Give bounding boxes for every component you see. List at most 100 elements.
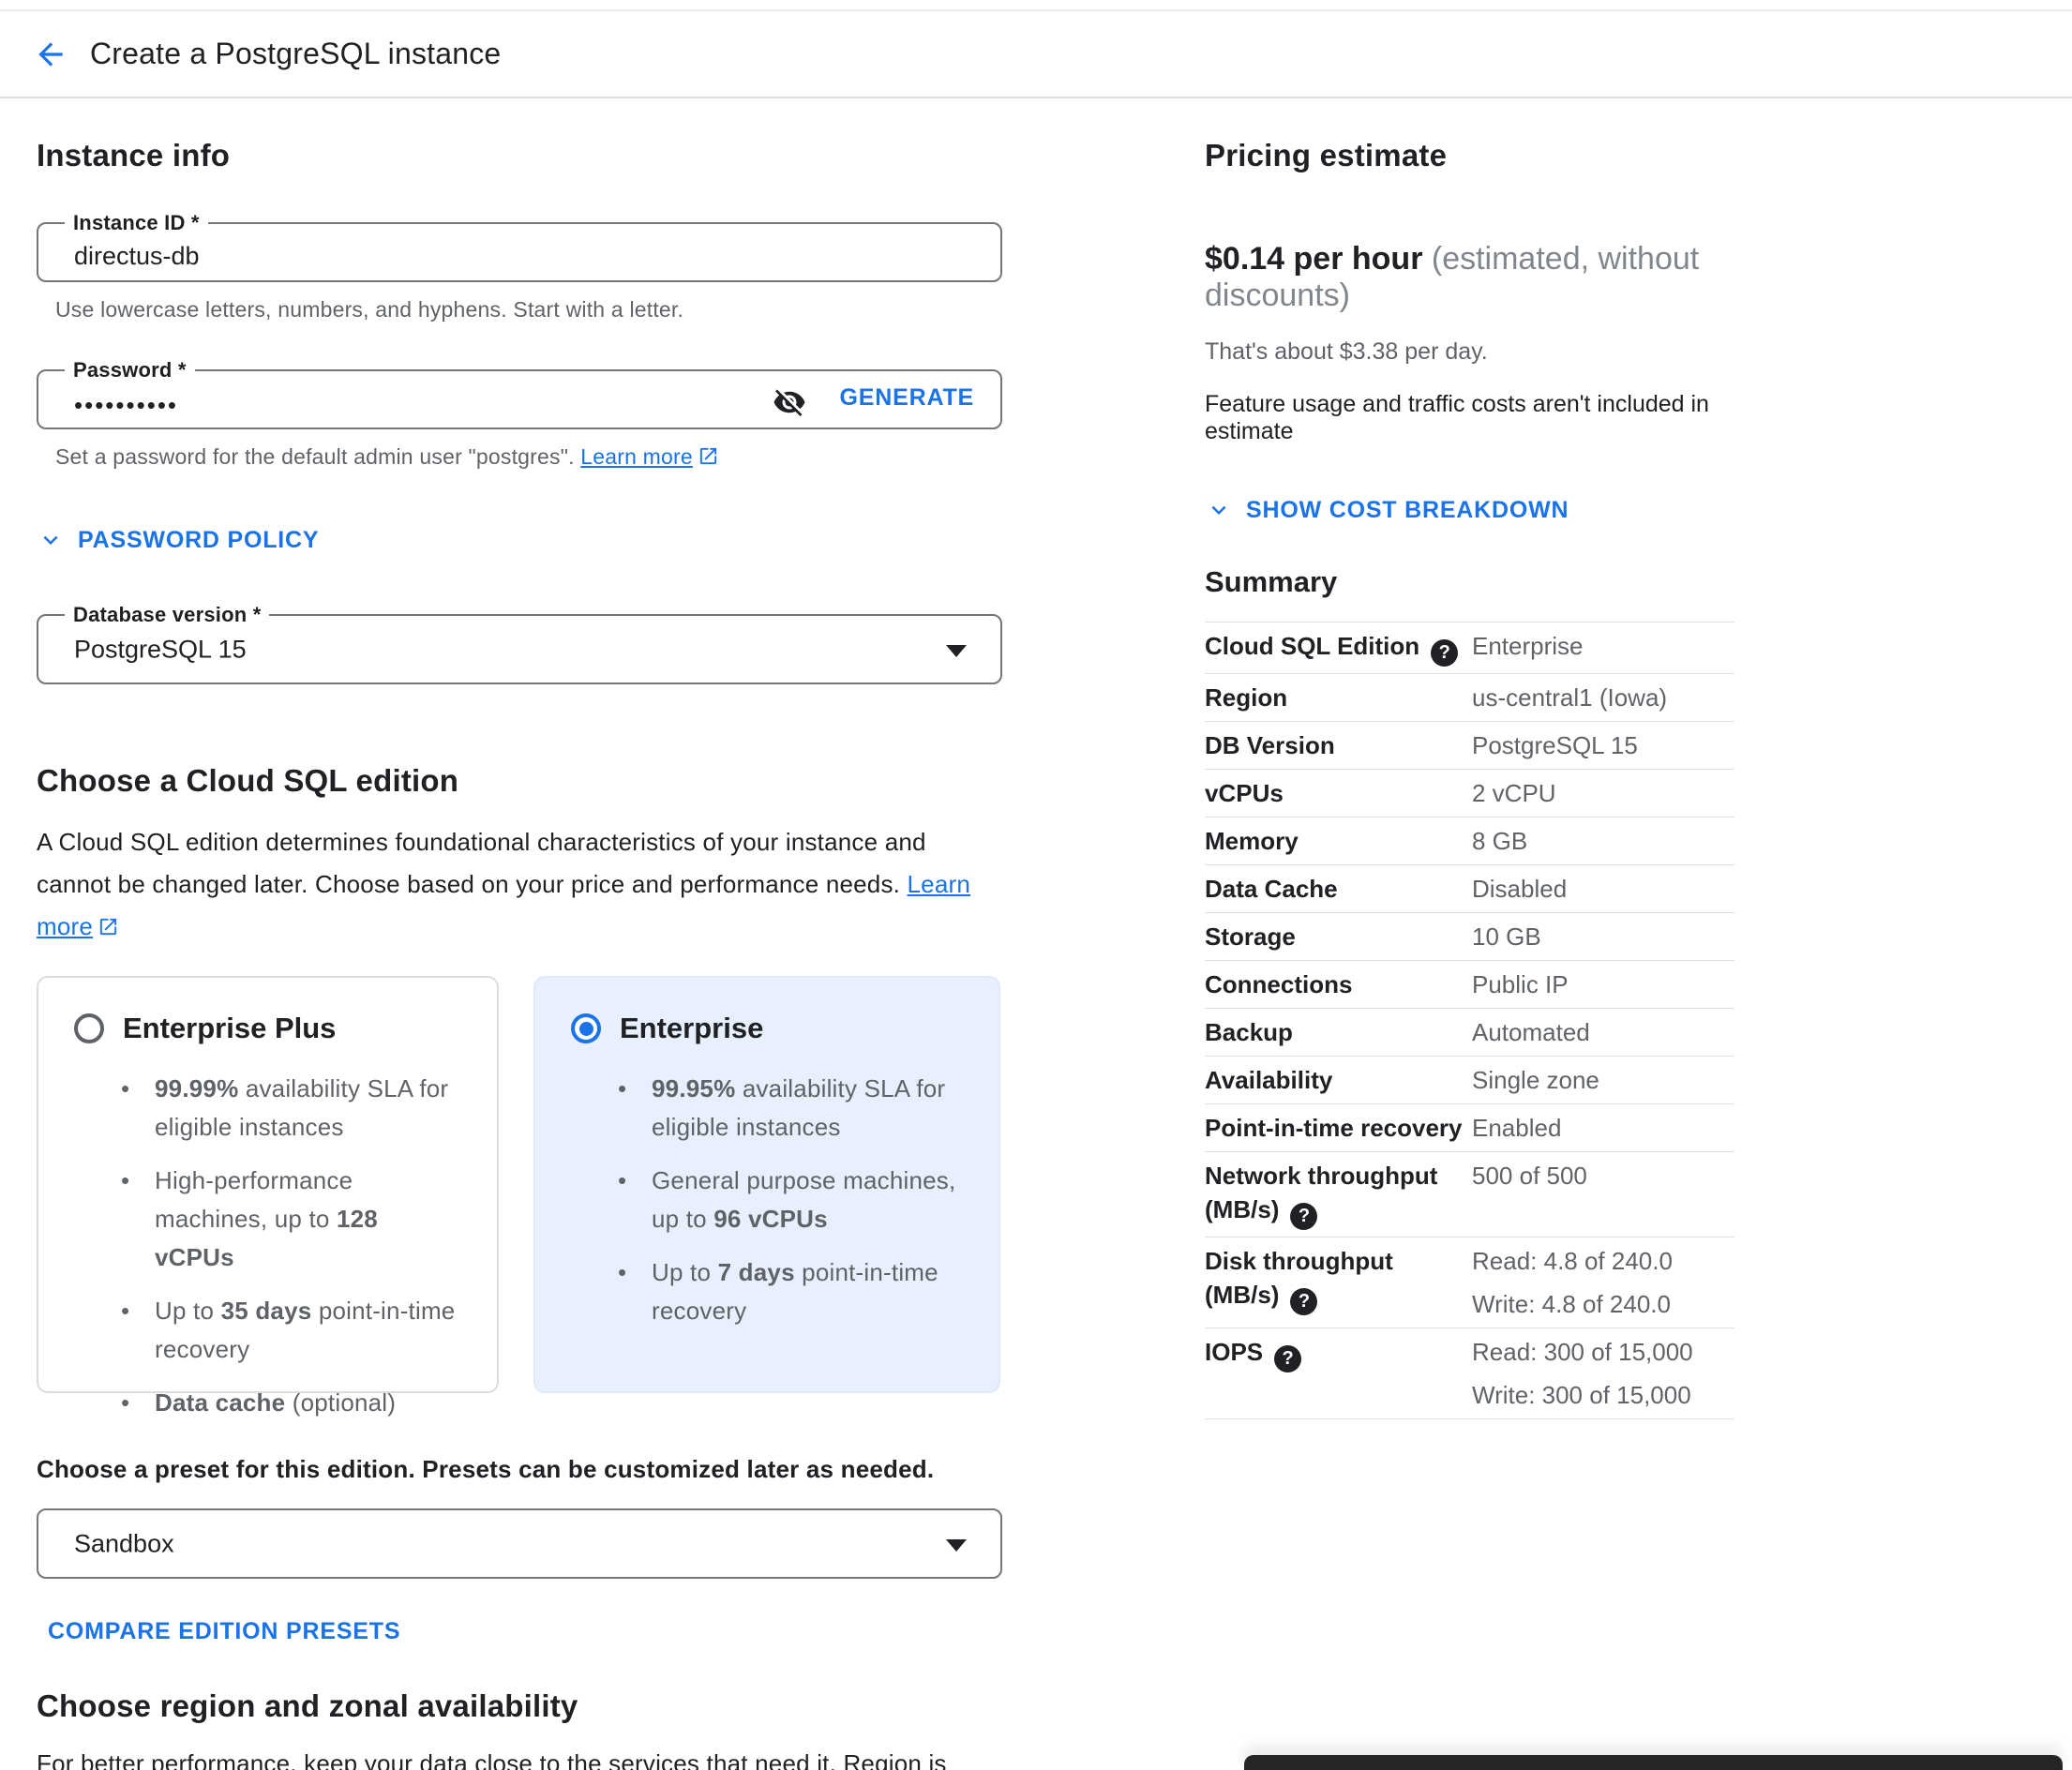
password-policy-label: PASSWORD POLICY: [78, 527, 319, 554]
generate-password-button[interactable]: GENERATE: [840, 384, 974, 412]
edition-description: A Cloud SQL edition determines foundatio…: [37, 821, 1007, 948]
password-visibility-toggle[interactable]: [771, 384, 808, 422]
instance-form: Instance info Instance ID * Use lowercas…: [37, 98, 1002, 1770]
password-helper: Set a password for the default admin use…: [55, 444, 1002, 470]
summary-row: Data CacheDisabled: [1205, 864, 1734, 912]
pricing-panel: Pricing estimate $0.14 per hour (estimat…: [1205, 98, 1739, 1419]
summary-row-label: Region: [1205, 681, 1472, 714]
help-icon[interactable]: ?: [1290, 1203, 1317, 1230]
benefit-item: •High-performance machines, up to 128 vC…: [121, 1162, 478, 1277]
summary-row-label: DB Version: [1205, 728, 1472, 762]
summary-row-value: Enterprise: [1472, 629, 1734, 667]
summary-row: AvailabilitySingle zone: [1205, 1056, 1734, 1103]
help-icon[interactable]: ?: [1274, 1345, 1301, 1372]
bullet-icon: •: [618, 1253, 652, 1330]
edition-heading: Choose a Cloud SQL edition: [37, 763, 1002, 799]
edition-benefits-list: •99.99% availability SLA for eligible in…: [121, 1070, 478, 1422]
page-title: Create a PostgreSQL instance: [90, 37, 501, 71]
create-postgresql-instance-page: Create a PostgreSQL instance Instance in…: [0, 0, 2072, 1770]
back-arrow-icon: [33, 37, 68, 72]
password-label: Password *: [65, 358, 195, 382]
edition-description-text: A Cloud SQL edition determines foundatio…: [37, 828, 926, 898]
help-icon[interactable]: ?: [1431, 639, 1458, 667]
summary-row-value: Read: 300 of 15,000Write: 300 of 15,000: [1472, 1335, 1734, 1412]
summary-row-value: 10 GB: [1472, 920, 1734, 953]
external-link-icon: [98, 916, 119, 938]
summary-row: DB VersionPostgreSQL 15: [1205, 721, 1734, 769]
visibility-off-icon: [773, 385, 806, 419]
summary-row-value: Single zone: [1472, 1063, 1734, 1097]
edition-benefits-list: •99.95% availability SLA for eligible in…: [618, 1070, 980, 1330]
summary-row-value: Public IP: [1472, 968, 1734, 1001]
preset-select[interactable]: Sandbox: [37, 1508, 1002, 1579]
benefit-item: •General purpose machines, up to 96 vCPU…: [618, 1162, 980, 1238]
edition-card-enterprise-plus[interactable]: Enterprise Plus •99.99% availability SLA …: [37, 976, 499, 1393]
bullet-icon: •: [618, 1162, 652, 1238]
show-cost-breakdown-toggle[interactable]: SHOW COST BREAKDOWN: [1205, 496, 1569, 524]
help-icon[interactable]: ?: [1290, 1288, 1317, 1315]
price-per-hour: $0.14 per hour: [1205, 241, 1422, 277]
edition-cards: Enterprise Plus •99.99% availability SLA …: [37, 976, 1002, 1393]
benefit-item: •Data cache (optional): [121, 1384, 478, 1422]
show-cost-breakdown-label: SHOW COST BREAKDOWN: [1246, 497, 1569, 524]
region-heading: Choose region and zonal availability: [37, 1688, 1002, 1724]
summary-row: Point-in-time recoveryEnabled: [1205, 1103, 1734, 1151]
external-link-icon: [698, 445, 719, 467]
region-description: For better performance, keep your data c…: [37, 1743, 974, 1770]
radio-selected-icon[interactable]: [571, 1013, 601, 1043]
summary-row-label: Disk throughput (MB/s)?: [1205, 1244, 1472, 1321]
benefit-item: •99.99% availability SLA for eligible in…: [121, 1070, 478, 1147]
summary-row-label: Memory: [1205, 824, 1472, 858]
chevron-down-icon: [37, 526, 65, 554]
summary-row: Memory8 GB: [1205, 817, 1734, 864]
chevron-down-icon: [1205, 496, 1233, 524]
preset-instruction: Choose a preset for this edition. Preset…: [37, 1455, 1002, 1484]
instance-id-label: Instance ID *: [65, 211, 208, 235]
instance-info-heading: Instance info: [37, 138, 1002, 173]
price-disclaimer: Feature usage and traffic costs aren't i…: [1205, 391, 1739, 445]
password-policy-toggle[interactable]: PASSWORD POLICY: [37, 526, 319, 554]
dropdown-arrow-icon: [946, 645, 967, 657]
summary-row: BackupAutomated: [1205, 1008, 1734, 1056]
summary-row-value: PostgreSQL 15: [1472, 728, 1734, 762]
summary-row-label: Storage: [1205, 920, 1472, 953]
edition-card-title: Enterprise Plus: [123, 1012, 336, 1045]
password-learn-more-link[interactable]: Learn more: [580, 444, 693, 469]
summary-row-value: 8 GB: [1472, 824, 1734, 858]
preset-value: Sandbox: [74, 1529, 174, 1558]
bullet-icon: •: [618, 1070, 652, 1147]
summary-row-value: Disabled: [1472, 872, 1734, 906]
summary-row: Disk throughput (MB/s)?Read: 4.8 of 240.…: [1205, 1237, 1734, 1328]
bullet-icon: •: [121, 1162, 155, 1277]
price-line: $0.14 per hour (estimated, without disco…: [1205, 241, 1739, 314]
summary-row: IOPS?Read: 300 of 15,000Write: 300 of 15…: [1205, 1328, 1734, 1418]
summary-table: Cloud SQL Edition?EnterpriseRegionus-cen…: [1205, 622, 1734, 1419]
summary-row: ConnectionsPublic IP: [1205, 960, 1734, 1008]
pricing-heading: Pricing estimate: [1205, 138, 1739, 173]
summary-row-label: vCPUs: [1205, 776, 1472, 810]
compare-edition-presets-button[interactable]: COMPARE EDITION PRESETS: [48, 1618, 400, 1645]
summary-row: Storage10 GB: [1205, 912, 1734, 960]
database-version-select[interactable]: Database version * PostgreSQL 15: [37, 614, 1002, 684]
instance-id-field[interactable]: Instance ID *: [37, 222, 1002, 282]
edition-card-enterprise[interactable]: Enterprise•99.95% availability SLA for e…: [533, 976, 1000, 1393]
summary-row-label: Network throughput (MB/s)?: [1205, 1159, 1472, 1230]
radio-unselected-icon[interactable]: [74, 1013, 104, 1043]
back-button[interactable]: [28, 32, 73, 77]
summary-row-value: Read: 4.8 of 240.0Write: 4.8 of 240.0: [1472, 1244, 1734, 1321]
summary-row-label: Backup: [1205, 1015, 1472, 1049]
summary-heading: Summary: [1205, 565, 1739, 599]
summary-row-label: Connections: [1205, 968, 1472, 1001]
database-version-value: PostgreSQL 15: [74, 635, 247, 664]
price-per-day: That's about $3.38 per day.: [1205, 338, 1739, 366]
summary-row-value: 500 of 500: [1472, 1159, 1734, 1230]
page-header: Create a PostgreSQL instance: [0, 11, 2072, 98]
bullet-icon: •: [121, 1070, 155, 1147]
password-helper-text: Set a password for the default admin use…: [55, 444, 580, 469]
summary-row-value: us-central1 (Iowa): [1472, 681, 1734, 714]
benefit-item: •99.95% availability SLA for eligible in…: [618, 1070, 980, 1147]
summary-row: Network throughput (MB/s)?500 of 500: [1205, 1151, 1734, 1237]
bottom-dark-panel: [1244, 1755, 2063, 1770]
summary-row-label: Point-in-time recovery: [1205, 1111, 1472, 1145]
password-field[interactable]: Password * GENERATE: [37, 369, 1002, 429]
